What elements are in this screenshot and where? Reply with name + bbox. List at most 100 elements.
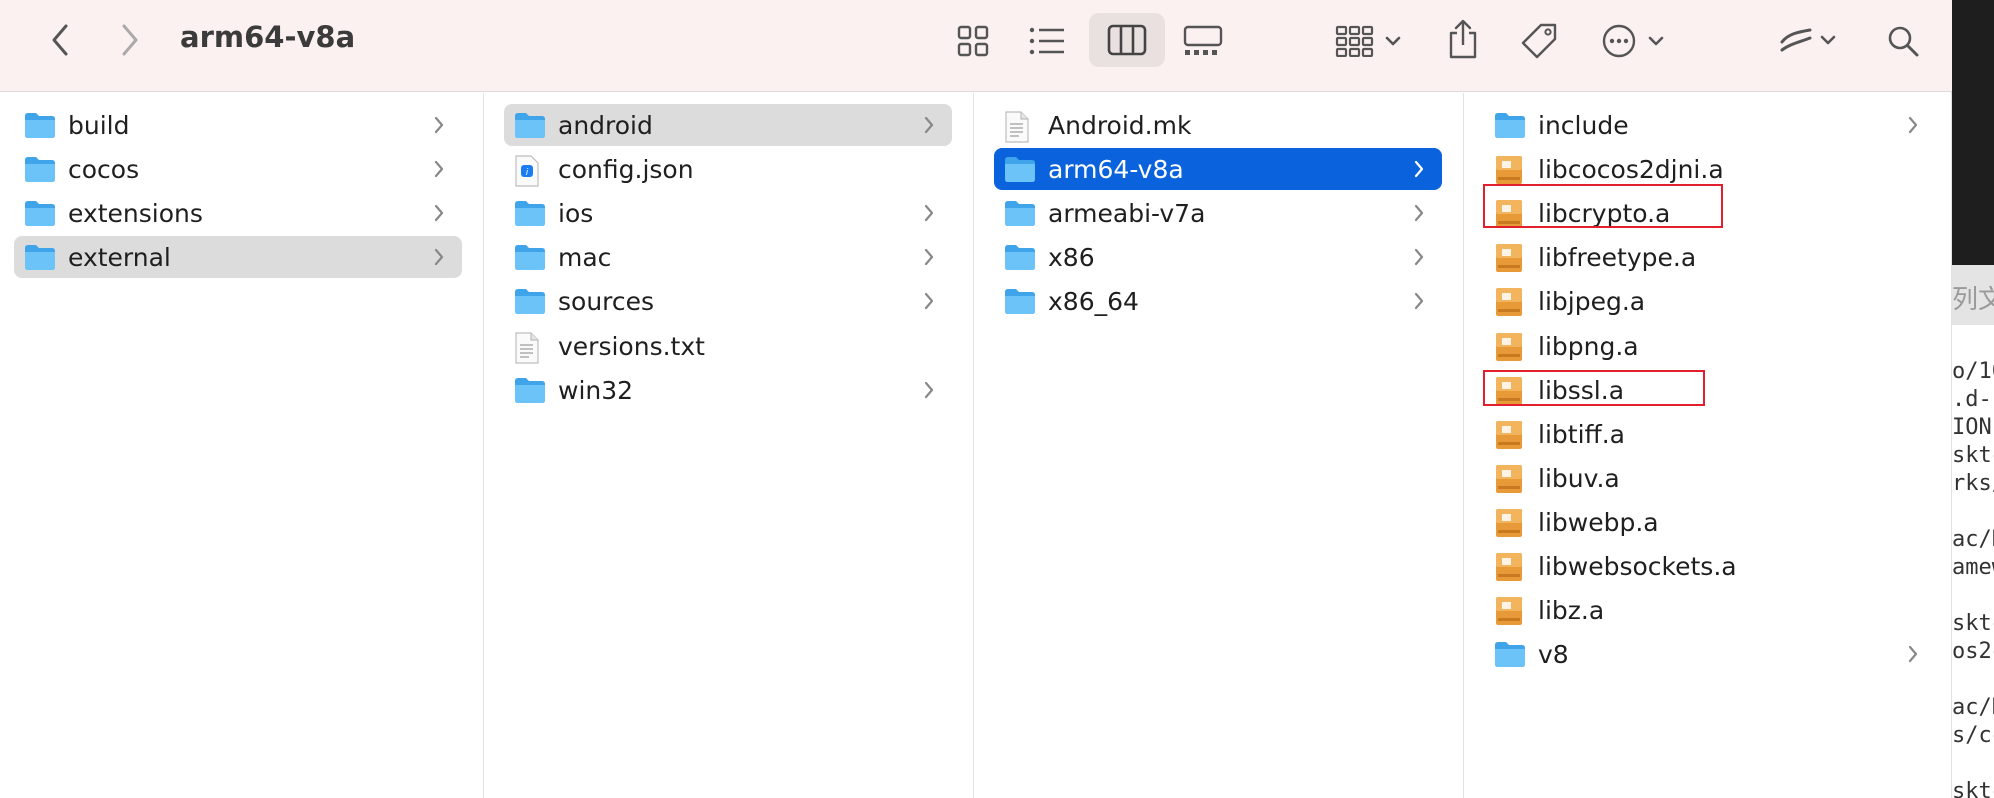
file-name-label: config.json — [558, 155, 694, 185]
chevron-right-icon — [922, 246, 936, 268]
file-name-label: external — [68, 243, 171, 273]
chevron-right-icon — [922, 290, 936, 312]
archive-file-icon — [1494, 552, 1526, 581]
chevron-right-icon — [922, 379, 936, 401]
terminal-line: sktc — [1952, 611, 1994, 636]
file-row-win32[interactable]: win32 — [504, 369, 952, 411]
chevron-right-icon — [1412, 290, 1426, 312]
file-row-ios[interactable]: ios — [504, 192, 952, 234]
file-row-libwebsockets-a[interactable]: libwebsockets.a — [1484, 545, 1936, 587]
gallery-icon — [1183, 25, 1223, 55]
file-name-label: arm64-v8a — [1048, 155, 1184, 185]
search-button[interactable] — [1880, 18, 1926, 64]
chevron-right-icon — [1906, 114, 1920, 136]
chevron-right-icon — [122, 24, 138, 56]
terminal-line: o/10 — [1952, 359, 1994, 384]
file-name-label: ios — [558, 199, 594, 229]
folder-icon — [24, 199, 56, 227]
terminal-line: amew — [1952, 555, 1994, 580]
search-icon — [1888, 26, 1919, 57]
file-row-libwebp-a[interactable]: libwebp.a — [1484, 501, 1936, 543]
file-row-libpng-a[interactable]: libpng.a — [1484, 325, 1936, 367]
chevron-right-icon — [1412, 202, 1426, 224]
file-row-arm64-v8a[interactable]: arm64-v8a — [994, 148, 1442, 191]
folder-icon — [24, 111, 56, 139]
folder-icon — [514, 199, 546, 227]
chevron-right-icon — [1906, 643, 1920, 665]
file-row-x86-64[interactable]: x86_64 — [994, 280, 1442, 322]
terminal-line: os2c — [1952, 639, 1994, 664]
folder-icon — [1004, 199, 1036, 227]
folder-icon — [1004, 287, 1036, 315]
chevron-right-icon — [432, 158, 446, 180]
file-row-build[interactable]: build — [14, 104, 462, 146]
file-name-label: extensions — [68, 199, 203, 229]
file-name-label: versions.txt — [558, 331, 705, 361]
folder-icon — [514, 287, 546, 315]
list-view-button[interactable] — [1024, 18, 1070, 64]
archive-file-icon — [1494, 243, 1526, 273]
file-row-external[interactable]: external — [14, 236, 462, 279]
terminal-output: o/10 .d-s ION. sktc rks/ac/D amew sktc os2c ac/D… — [1952, 358, 1994, 798]
file-row-v8[interactable]: v8 — [1484, 633, 1936, 675]
file-name-label: include — [1538, 111, 1629, 140]
extension-button[interactable] — [1776, 18, 1846, 64]
file-row-versions-txt[interactable]: versions.txt — [504, 325, 952, 367]
file-name-label: Android.mk — [1048, 111, 1192, 140]
file-name-label: libwebsockets.a — [1538, 552, 1737, 581]
finder-window: arm64-v8a build cocos extensions externa… — [0, 0, 1952, 798]
file-name-label: libjpeg.a — [1538, 287, 1646, 317]
file-row-armeabi-v7a[interactable]: armeabi-v7a — [994, 192, 1442, 234]
file-row-libfreetype-a[interactable]: libfreetype.a — [1484, 236, 1936, 278]
chevron-right-icon — [922, 114, 936, 136]
folder-icon — [24, 243, 56, 271]
background-terminal-window[interactable]: 列文 o/10 .d-s ION. sktc rks/ac/D amew sktc os2c a… — [1950, 0, 1994, 798]
tag-button[interactable] — [1516, 18, 1562, 64]
file-row-x86[interactable]: x86 — [994, 236, 1442, 278]
chevron-right-icon — [432, 202, 446, 224]
archive-file-icon — [1494, 155, 1526, 185]
file-row-extensions[interactable]: extensions — [14, 192, 462, 234]
file-row-include[interactable]: include — [1484, 104, 1936, 146]
file-row-config-json[interactable]: i config.json — [504, 148, 952, 190]
file-row-libz-a[interactable]: libz.a — [1484, 589, 1936, 631]
file-name-label: build — [68, 111, 130, 140]
more-actions-button[interactable] — [1598, 18, 1674, 64]
tag-icon — [1521, 23, 1557, 59]
script-extension-icon — [1780, 28, 1836, 52]
file-name-label: x86_64 — [1048, 287, 1139, 317]
terminal-line: s/cc — [1952, 723, 1994, 748]
column-view-button[interactable] — [1089, 13, 1165, 67]
file-name-label: sources — [558, 287, 655, 317]
folder-icon — [514, 243, 546, 271]
share-button[interactable] — [1440, 14, 1486, 64]
back-button[interactable] — [40, 18, 80, 62]
archive-file-icon — [1494, 464, 1526, 493]
text-file-icon — [514, 331, 546, 364]
file-row-android[interactable]: android — [504, 104, 952, 146]
group-by-button[interactable] — [1330, 18, 1410, 64]
file-name-label: v8 — [1538, 640, 1569, 670]
icon-view-button[interactable] — [950, 18, 996, 64]
terminal-titlebar — [1950, 0, 1994, 265]
file-row-cocos[interactable]: cocos — [14, 148, 462, 190]
terminal-header-fragment: 列文 — [1952, 285, 1994, 315]
file-row-libtiff-a[interactable]: libtiff.a — [1484, 413, 1936, 455]
file-name-label: libfreetype.a — [1538, 243, 1697, 273]
icon-grid-icon — [957, 25, 989, 57]
file-row-libjpeg-a[interactable]: libjpeg.a — [1484, 280, 1936, 322]
file-row-libuv-a[interactable]: libuv.a — [1484, 457, 1936, 499]
ellipsis-circle-icon — [1602, 24, 1664, 58]
file-row-mac[interactable]: mac — [504, 236, 952, 278]
text-file-icon — [1004, 111, 1036, 143]
file-name-label: cocos — [68, 155, 140, 185]
archive-file-icon — [1494, 508, 1526, 537]
terminal-line: ac/D — [1952, 695, 1994, 720]
forward-button[interactable] — [110, 18, 150, 62]
file-row-sources[interactable]: sources — [504, 280, 952, 322]
file-name-label: libuv.a — [1538, 463, 1620, 493]
gallery-view-button[interactable] — [1180, 18, 1226, 64]
file-row-android-mk[interactable]: Android.mk — [994, 104, 1442, 146]
chevron-right-icon — [432, 114, 446, 136]
